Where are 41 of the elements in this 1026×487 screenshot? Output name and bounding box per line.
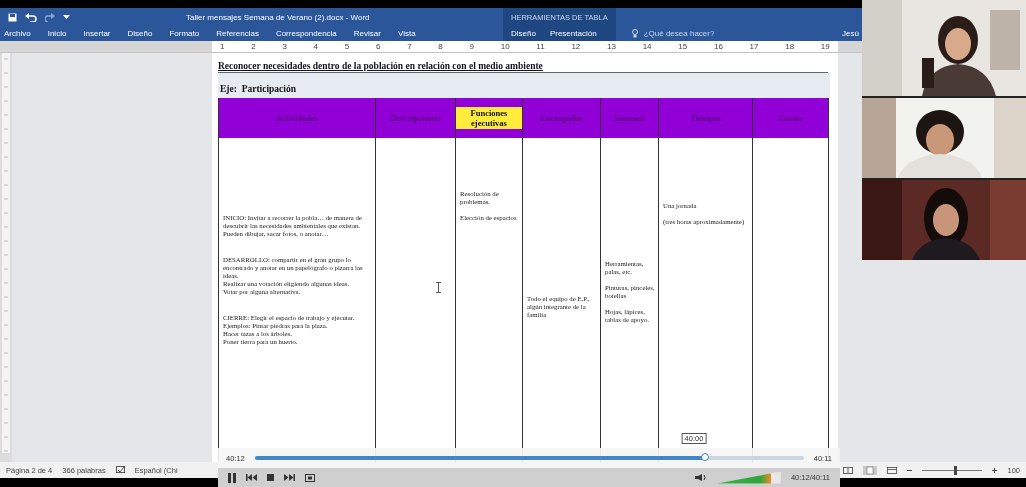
ruler-number: 18 [785,42,795,51]
ruler-number: 16 [713,42,723,51]
ruler-number: 1 [220,42,225,51]
ribbon-tab[interactable]: Formato [169,29,200,38]
highlighted-header-text: Funciones ejecutivas [456,107,522,129]
column-header: Actividades [219,98,376,138]
user-name[interactable]: Jesú [842,29,859,38]
ruler-number: 15 [678,42,688,51]
column-header: Tiempos [659,98,753,138]
ribbon-tab[interactable]: Diseño [127,29,153,38]
ruler-number: 19 [820,42,830,51]
column-header: Costos [753,98,829,138]
ruler-number: 5 [344,42,350,51]
ruler-number: 4 [313,42,318,51]
ribbon-tab[interactable]: Vista [397,29,416,38]
column-header: Encargados [523,98,601,138]
ruler-number: 10 [500,42,510,51]
ruler-number: 7 [407,42,412,51]
ribbon-tab[interactable]: Insertar [83,29,111,38]
ribbon-tab[interactable]: Archivo [4,29,31,38]
ruler-number: 2 [251,42,256,51]
search-field[interactable]: ¿Qué desea hacer? [643,29,715,38]
ruler-number: 6 [375,42,381,51]
column-header: Descripciones [376,98,456,138]
ribbon-tab[interactable]: Inicio [47,29,67,38]
ruler-number: 12 [571,42,581,51]
ribbon-tab[interactable]: Diseño [511,29,536,38]
ribbon-tab[interactable]: Revisar [353,29,381,38]
ruler-number: 9 [469,42,474,51]
ruler-number: 11 [536,42,545,51]
ruler-number: 3 [282,42,287,51]
ruler-number: 17 [749,42,759,51]
ruler-number: 14 [642,42,652,51]
ribbon-tab[interactable]: Referencias [216,29,259,38]
column-header: Insumos [601,98,659,138]
ribbon-tab[interactable]: Presentación [549,29,597,38]
ruler-number: 13 [607,42,616,51]
axis-label: Eje: Participación [220,84,297,94]
window-title: Taller mensajes Semana de Verano (2).docx - Word [186,12,370,22]
ruler-number: 8 [438,42,443,51]
ribbon-tab[interactable]: Correspondencia [275,29,337,38]
